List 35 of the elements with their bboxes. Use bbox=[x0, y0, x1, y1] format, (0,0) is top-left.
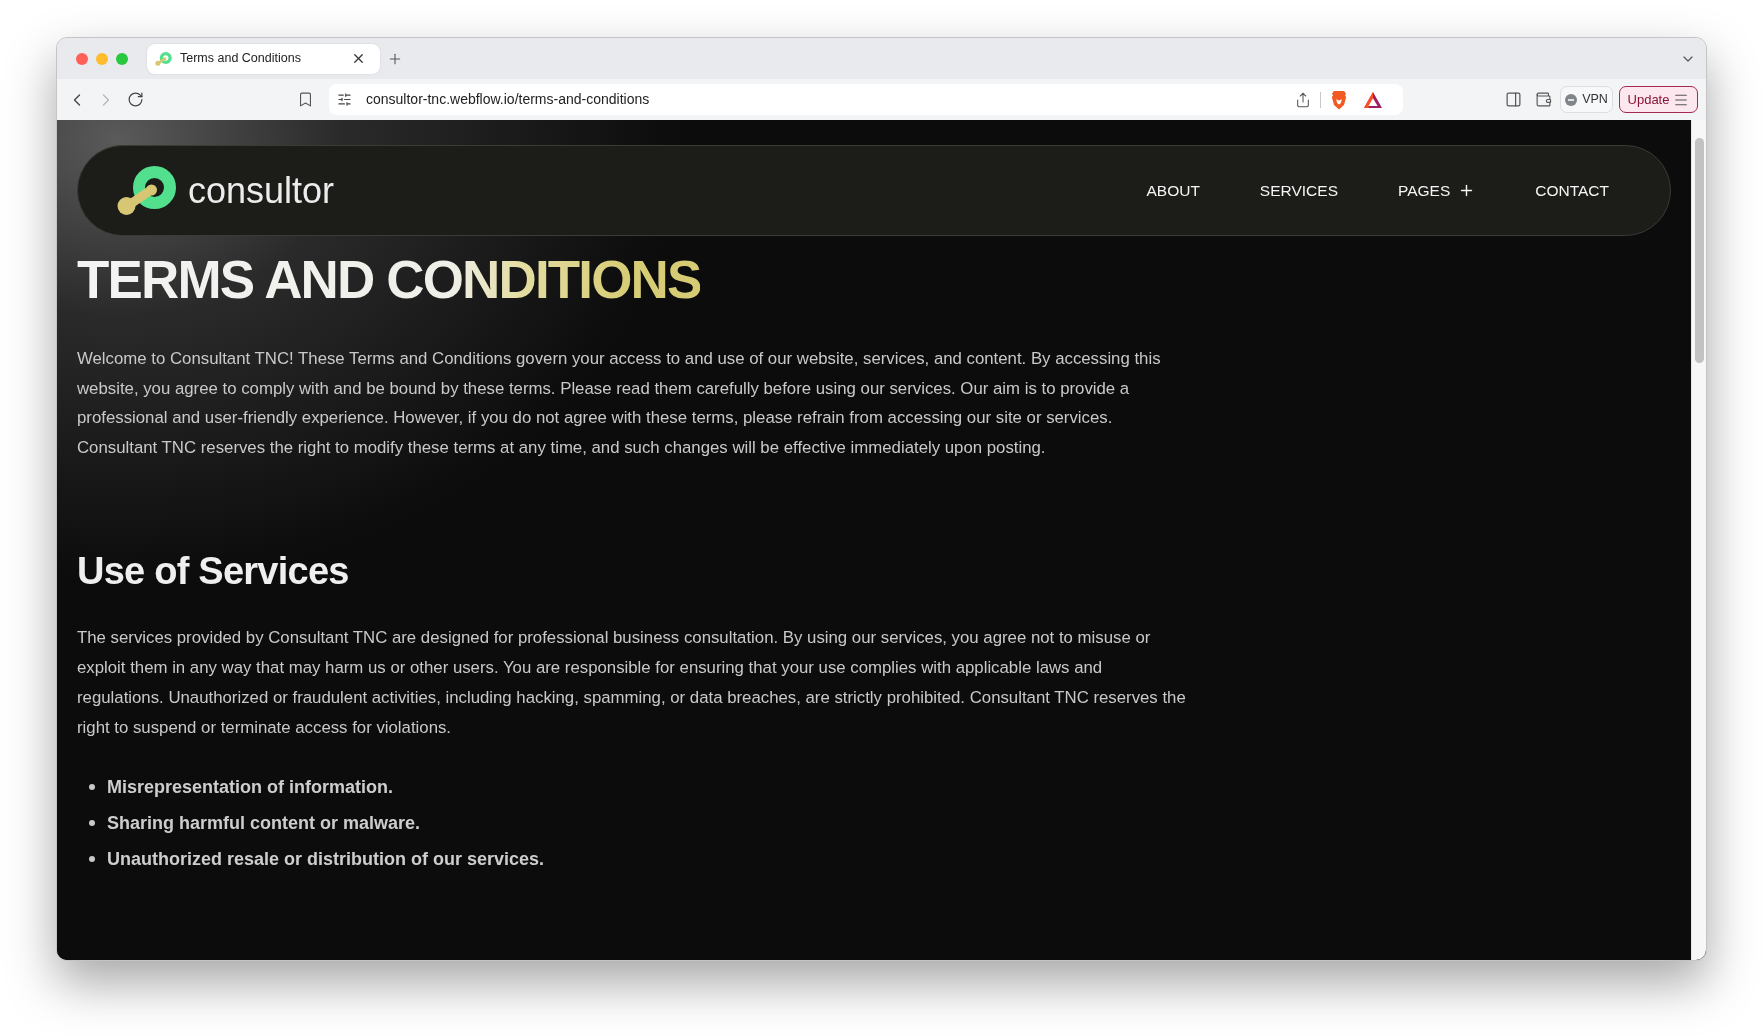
tab-title: Terms and Conditions bbox=[180, 50, 301, 68]
update-button[interactable]: Update bbox=[1619, 86, 1698, 113]
logo-icon[interactable] bbox=[116, 165, 177, 216]
sidebar-panel-icon bbox=[1504, 91, 1522, 108]
list-item-text: Misrepresentation of information. bbox=[107, 775, 394, 799]
lion-shield-icon[interactable] bbox=[1330, 89, 1348, 110]
share-button[interactable] bbox=[1295, 90, 1311, 109]
reload-icon bbox=[126, 91, 144, 108]
vpn-button[interactable]: VPN bbox=[1560, 86, 1613, 113]
intro-paragraph: Welcome to Consultant TNC! These Terms and Conditions govern your access to and use of our website, services, and content. By accessing this website, you agree to comply with and be bound by these terms. Please read them carefully before using our services. Our aim is to provide a professional and user-friendly experience. However, if you do not agree with these terms, please refrain from accessing our site or services. Consultant TNC reserves the right to modify these terms at any time, and such changes will be effective immediately upon posting. bbox=[77, 348, 1162, 459]
section-heading: Use of Services bbox=[77, 552, 349, 591]
share-icon bbox=[1295, 91, 1311, 108]
bullet-icon bbox=[89, 819, 95, 826]
wallet-icon bbox=[1534, 91, 1552, 108]
wallet-button[interactable] bbox=[1534, 90, 1552, 109]
nav-dropdown[interactable]: PAGES bbox=[1397, 180, 1476, 201]
browser-tab[interactable]: Terms and Conditions bbox=[147, 43, 380, 74]
list-item-text: Sharing harmful content or malware. bbox=[107, 811, 421, 835]
settings-sliders-icon bbox=[336, 92, 352, 107]
close-window-icon[interactable] bbox=[76, 52, 88, 65]
bullet-icon bbox=[89, 855, 95, 862]
scrollbar-thumb[interactable] bbox=[1694, 138, 1704, 363]
bullet-icon bbox=[89, 783, 95, 790]
list-item-text: Unauthorized resale or distribution of our services. bbox=[107, 847, 545, 871]
nav-link[interactable]: CONTACT bbox=[1535, 180, 1609, 201]
triangle-icon[interactable] bbox=[1363, 90, 1383, 109]
sidebar-button[interactable] bbox=[1504, 90, 1522, 109]
nav-link[interactable]: SERVICES bbox=[1259, 180, 1338, 201]
site-settings-button[interactable] bbox=[336, 91, 352, 108]
nav-link[interactable]: ABOUT bbox=[1146, 180, 1200, 201]
url-text: consultor-tnc.webflow.io/terms-and-conditions bbox=[366, 90, 650, 109]
section-paragraph: The services provided by Consultant TNC are designed for professional business consultation. By using our services, you agree not to misuse or exploit them in any way that may harm us or other users. You are responsible for ensuring that your use complies with applicable laws and regulations. Unauthorized or fraudulent activities, including hacking, spamming, or data breaches, are strictly prohibited. Consultant TNC reserves the right to suspend or terminate access for violations. bbox=[77, 627, 1187, 739]
address-bar[interactable]: consultor-tnc.webflow.io/terms-and-conditions bbox=[329, 84, 1403, 115]
brand-name[interactable]: consultor bbox=[188, 170, 335, 211]
favicon-icon bbox=[155, 51, 172, 66]
